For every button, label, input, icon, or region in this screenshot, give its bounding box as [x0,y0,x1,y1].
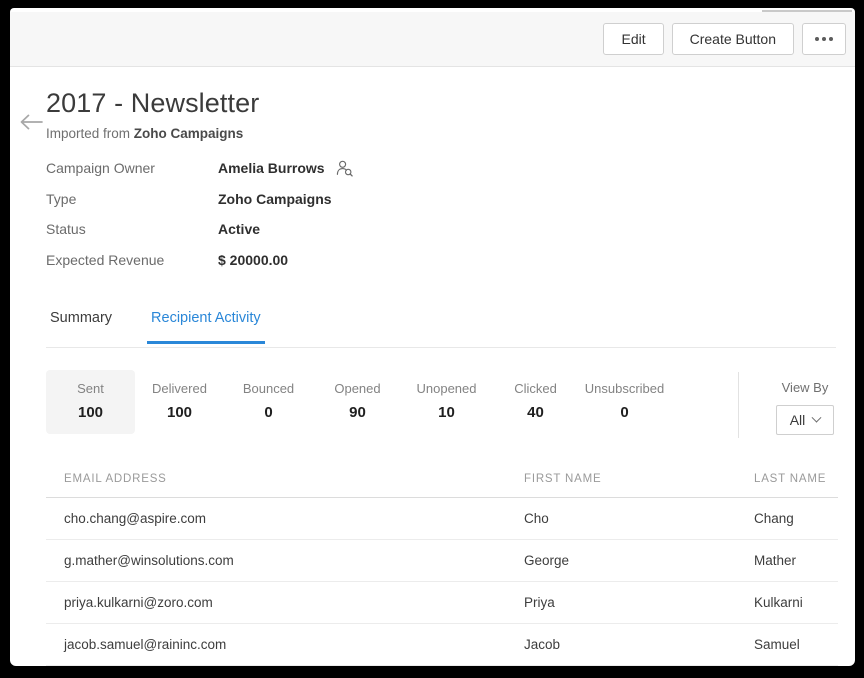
field-value-text: Amelia Burrows [218,160,325,177]
title-block: 2017 - Newsletter Imported from Zoho Cam… [46,86,259,143]
stat-value: 0 [620,404,629,421]
recipients-table: EMAIL ADDRESS FIRST NAME LAST NAME cho.c… [46,460,838,666]
cell-email: cho.chang@aspire.com [64,511,207,526]
stat-label: Bounced [242,381,295,396]
cell-first-name: Cho [524,511,549,526]
stat-label: Sent [77,381,104,396]
stat-label: Unopened [416,381,477,396]
more-options-button[interactable] [802,23,846,55]
view-by-select[interactable]: All [776,405,834,435]
field-row-campaign-owner: Campaign Owner Amelia Burrows [46,153,546,184]
stat-value: 10 [438,404,455,421]
field-value: Amelia Burrows [218,160,353,177]
field-label: Status [46,221,86,238]
arrow-left-icon [20,114,43,130]
stat-clicked[interactable]: Clicked 40 [491,370,580,434]
tab-recipient-activity[interactable]: Recipient Activity [147,308,265,344]
stat-value: 40 [527,404,544,421]
field-value: Zoho Campaigns [218,190,332,207]
detail-fields: Campaign Owner Amelia Burrows Type Zoho … [46,153,546,275]
stat-label: Delivered [152,381,207,396]
cell-first-name: Jacob [524,637,561,652]
stat-sent[interactable]: Sent 100 [46,370,135,434]
field-label: Campaign Owner [46,160,155,177]
action-bar-buttons: Edit Create Button [603,23,846,55]
cell-email: priya.kulkarni@zoro.com [64,595,213,610]
subtitle-source: Zoho Campaigns [133,126,244,141]
field-label: Expected Revenue [46,251,165,268]
edit-button[interactable]: Edit [603,23,664,55]
cell-last-name: Chang [754,511,794,526]
stat-delivered[interactable]: Delivered 100 [135,370,224,434]
cell-last-name: Mather [754,553,797,568]
stat-unsubscribed[interactable]: Unsubscribed 0 [580,370,669,434]
stat-label: Opened [334,381,381,396]
stat-bounced[interactable]: Bounced 0 [224,370,313,434]
view-by-selected-value: All [789,412,806,428]
more-dot-icon [822,37,826,41]
stat-label: Unsubscribed [584,381,665,396]
tab-bar: Summary Recipient Activity [46,308,836,348]
stat-value: 0 [264,404,273,421]
cell-last-name: Samuel [754,637,800,652]
column-header-first-name[interactable]: FIRST NAME [524,473,754,485]
page-title: 2017 - Newsletter [46,88,260,118]
table-row[interactable]: jacob.samuel@raininc.com Jacob Samuel [46,624,838,666]
stat-value: 100 [166,404,193,421]
field-row-status: Status Active [46,214,546,245]
stats-section: Sent 100 Delivered 100 Bounced 0 Opened … [46,370,846,442]
view-by-control: View By All [759,379,851,435]
column-header-email[interactable]: EMAIL ADDRESS [46,473,524,485]
action-bar: Edit Create Button [10,12,855,67]
more-dot-icon [829,37,833,41]
create-button[interactable]: Create Button [671,23,794,55]
stat-value: 90 [349,404,366,421]
user-lookup-icon[interactable] [336,160,353,177]
field-row-type: Type Zoho Campaigns [46,184,546,215]
back-button[interactable] [14,107,50,137]
column-header-last-name[interactable]: LAST NAME [754,473,838,485]
table-row[interactable]: g.mather@winsolutions.com George Mather [46,540,838,582]
table-row[interactable]: priya.kulkarni@zoro.com Priya Kulkarni [46,582,838,624]
more-dot-icon [815,37,819,41]
stat-label: Clicked [514,381,557,396]
subtitle-prefix: Imported from [46,126,134,141]
table-row[interactable]: cho.chang@aspire.com Cho Chang [46,498,838,540]
field-value: Active [218,221,261,238]
cell-first-name: Priya [524,595,555,610]
cell-first-name: George [524,553,570,568]
table-header-row: EMAIL ADDRESS FIRST NAME LAST NAME [46,460,838,498]
cell-last-name: Kulkarni [754,595,803,610]
stat-value: 100 [77,404,104,421]
stats-divider [738,372,739,438]
field-value: $ 20000.00 [218,251,289,268]
app-window: Edit Create Button 2017 - Newsletter Imp… [10,8,855,666]
page-subtitle: Imported from Zoho Campaigns [46,125,259,143]
view-by-label: View By [781,380,829,395]
cell-email: jacob.samuel@raininc.com [64,637,227,652]
stat-opened[interactable]: Opened 90 [313,370,402,434]
stat-unopened[interactable]: Unopened 10 [402,370,491,434]
cell-email: g.mather@winsolutions.com [64,553,234,568]
field-label: Type [46,190,77,207]
stats-row: Sent 100 Delivered 100 Bounced 0 Opened … [46,370,669,434]
chevron-down-icon [811,412,822,423]
field-row-expected-revenue: Expected Revenue $ 20000.00 [46,245,546,276]
tab-summary[interactable]: Summary [46,308,116,344]
